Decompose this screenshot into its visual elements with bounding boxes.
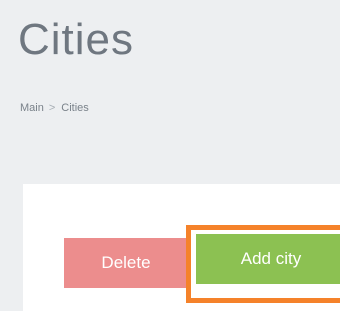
- breadcrumb-item-main[interactable]: Main: [20, 102, 44, 114]
- page-title: Cities: [18, 15, 135, 64]
- delete-button[interactable]: Delete: [64, 238, 188, 288]
- add-city-button[interactable]: Add city: [196, 234, 340, 284]
- breadcrumb-item-cities: Cities: [61, 102, 89, 114]
- page: Cities Main > Cities Delete Add city: [0, 0, 340, 311]
- content-panel: Delete Add city: [23, 184, 340, 311]
- breadcrumb-separator: >: [48, 102, 56, 114]
- breadcrumb: Main > Cities: [20, 101, 89, 115]
